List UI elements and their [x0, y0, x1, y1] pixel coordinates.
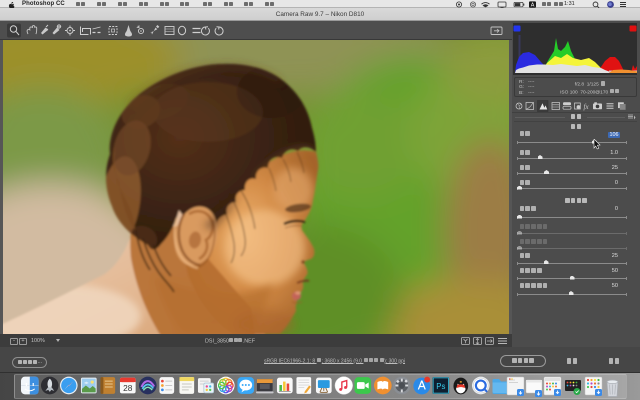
- svg-text:Ps: Ps: [437, 382, 446, 391]
- svg-text:28: 28: [123, 383, 133, 393]
- svg-text:fx: fx: [584, 103, 590, 111]
